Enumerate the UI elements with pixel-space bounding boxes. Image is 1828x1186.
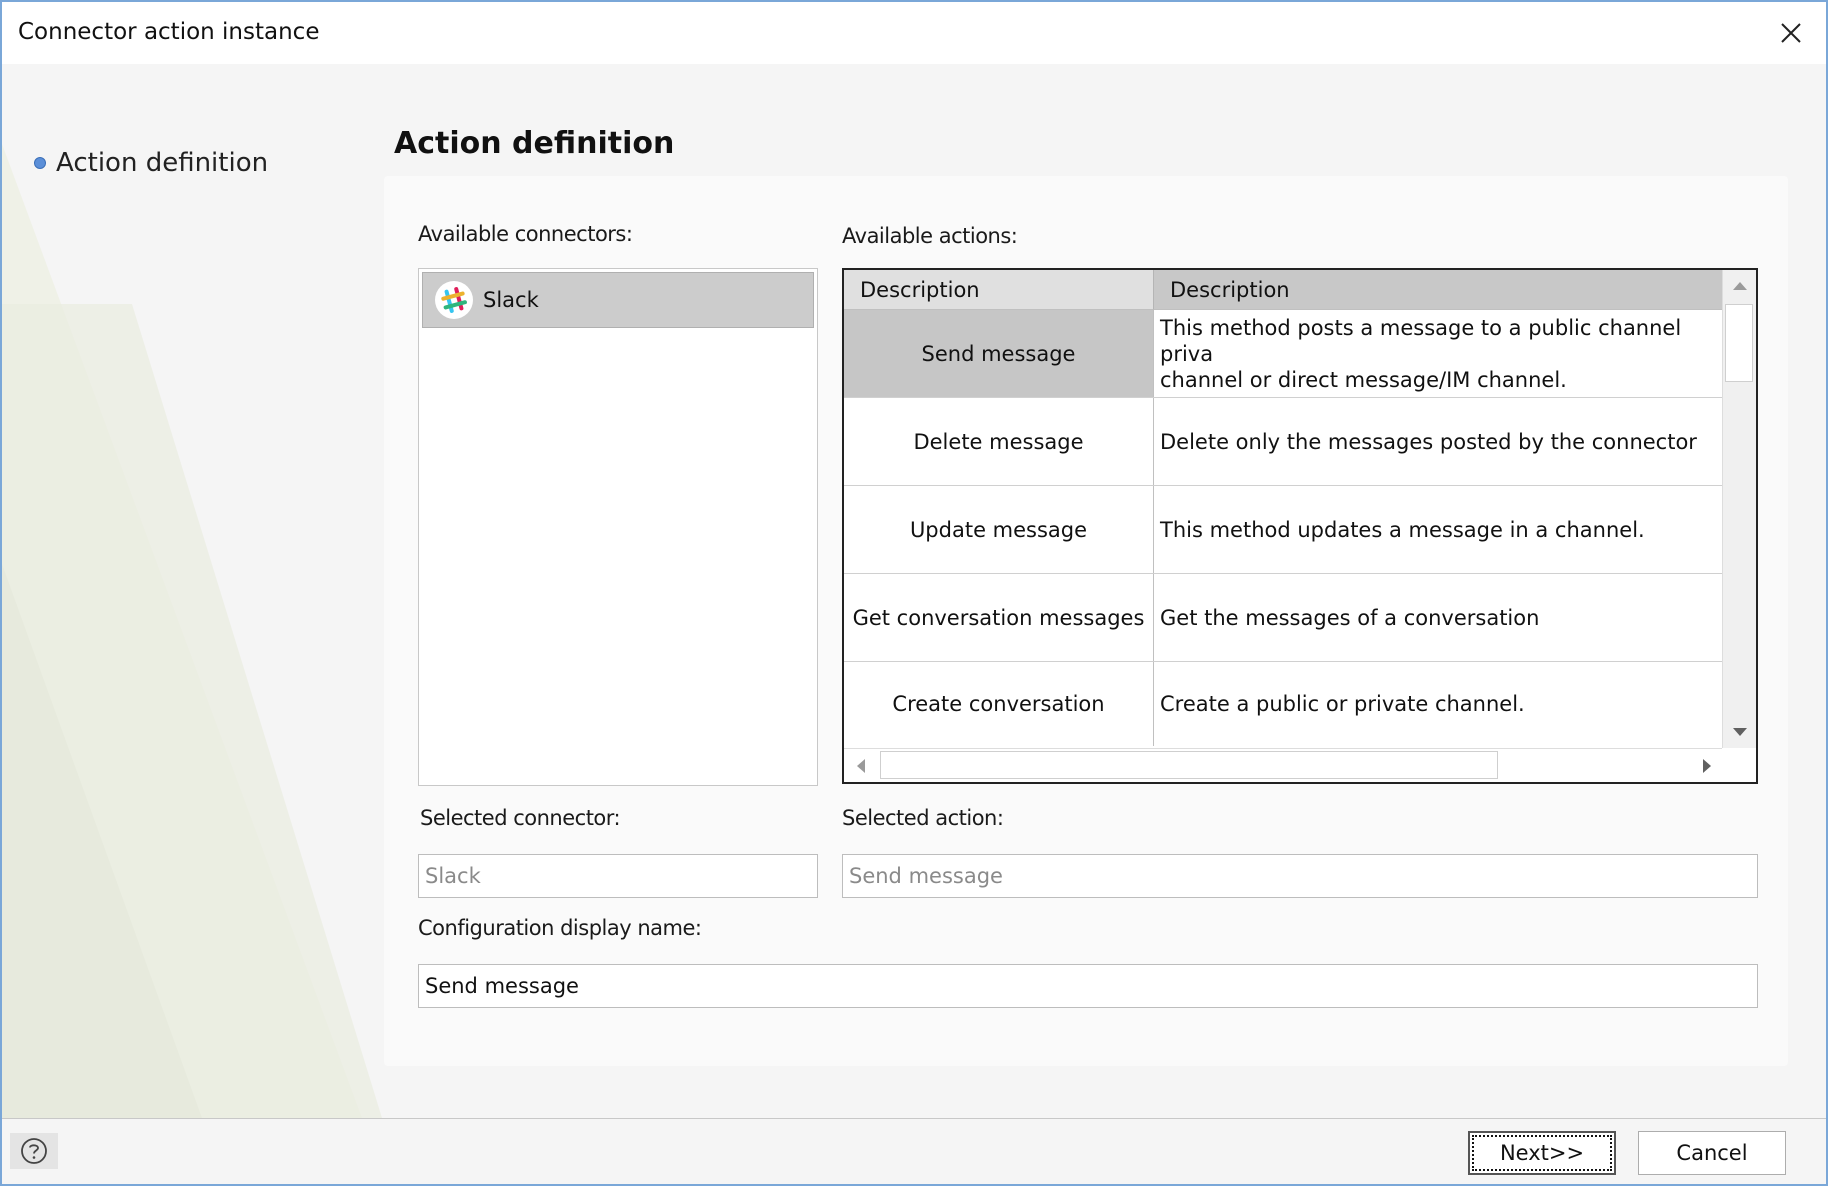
dialog-window: Connector action instance Action definit…	[0, 0, 1828, 1186]
scroll-left-button[interactable]	[844, 749, 878, 782]
close-button[interactable]	[1768, 10, 1814, 56]
grid-rows: Send message This method posts a message…	[844, 310, 1724, 746]
page-title: Action definition	[394, 126, 675, 161]
connectors-list[interactable]: Slack	[418, 268, 818, 786]
table-row[interactable]: Send message This method posts a message…	[844, 310, 1724, 398]
description-line: This method posts a message to a public …	[1160, 315, 1682, 366]
triangle-left-icon	[857, 759, 865, 773]
action-name-cell[interactable]: Send message	[844, 310, 1154, 397]
action-description-cell[interactable]: Delete only the messages posted by the c…	[1154, 398, 1724, 485]
scroll-up-button[interactable]	[1723, 270, 1756, 302]
column-header-name[interactable]: Description	[844, 270, 1154, 310]
scroll-down-button[interactable]	[1723, 716, 1756, 748]
connector-item-slack[interactable]: Slack	[422, 272, 814, 328]
action-description-cell[interactable]: This method updates a message in a chann…	[1154, 486, 1724, 573]
selected-action-label: Selected action:	[842, 806, 1004, 830]
triangle-up-icon	[1733, 282, 1747, 290]
table-row[interactable]: Delete message Delete only the messages …	[844, 398, 1724, 486]
description-line: channel or direct message/IM channel.	[1160, 367, 1567, 392]
actions-grid[interactable]: Description Description Send message Thi…	[842, 268, 1758, 784]
slack-logo-icon	[435, 281, 473, 319]
action-description-cell[interactable]: Get the messages of a conversation	[1154, 574, 1724, 661]
grid-header: Description Description	[844, 270, 1724, 310]
table-row[interactable]: Get conversation messages Get the messag…	[844, 574, 1724, 662]
config-display-name-input[interactable]: Send message	[418, 964, 1758, 1008]
action-description-cell[interactable]: This method posts a message to a public …	[1154, 310, 1724, 397]
column-header-description[interactable]: Description	[1154, 270, 1724, 310]
help-button[interactable]	[10, 1133, 58, 1169]
vertical-scroll-thumb[interactable]	[1725, 304, 1753, 382]
selected-connector-field: Slack	[418, 854, 818, 898]
vertical-scrollbar[interactable]	[1722, 270, 1756, 748]
action-name-cell[interactable]: Create conversation	[844, 662, 1154, 746]
action-name-cell[interactable]: Update message	[844, 486, 1154, 573]
selected-action-field: Send message	[842, 854, 1758, 898]
scroll-right-button[interactable]	[1690, 749, 1724, 782]
dialog-footer: Next>> Cancel	[2, 1118, 1826, 1184]
next-button[interactable]: Next>>	[1468, 1131, 1616, 1175]
available-actions-label: Available actions:	[842, 224, 1018, 248]
nav-item-label: Action definition	[56, 148, 269, 178]
question-circle-icon	[21, 1138, 47, 1164]
title-bar: Connector action instance	[2, 2, 1826, 64]
dialog-content: Action definition Action definition Avai…	[2, 64, 1826, 1118]
table-row[interactable]: Create conversation Create a public or p…	[844, 662, 1724, 746]
table-row[interactable]: Update message This method updates a mes…	[844, 486, 1724, 574]
horizontal-scrollbar[interactable]	[844, 748, 1724, 782]
scroll-corner	[1722, 748, 1756, 782]
bullet-icon	[34, 157, 46, 169]
action-name-cell[interactable]: Get conversation messages	[844, 574, 1154, 661]
close-icon	[1781, 23, 1801, 43]
selected-connector-label: Selected connector:	[420, 806, 621, 830]
window-title: Connector action instance	[18, 19, 320, 45]
cancel-button[interactable]: Cancel	[1638, 1131, 1786, 1175]
triangle-down-icon	[1733, 728, 1747, 736]
triangle-right-icon	[1703, 759, 1711, 773]
nav-item-action-definition[interactable]: Action definition	[34, 148, 268, 178]
connector-label: Slack	[483, 288, 539, 312]
horizontal-scroll-thumb[interactable]	[880, 751, 1498, 779]
action-name-cell[interactable]: Delete message	[844, 398, 1154, 485]
config-display-name-label: Configuration display name:	[418, 916, 702, 940]
available-connectors-label: Available connectors:	[418, 222, 633, 246]
action-description-cell[interactable]: Create a public or private channel.	[1154, 662, 1724, 746]
